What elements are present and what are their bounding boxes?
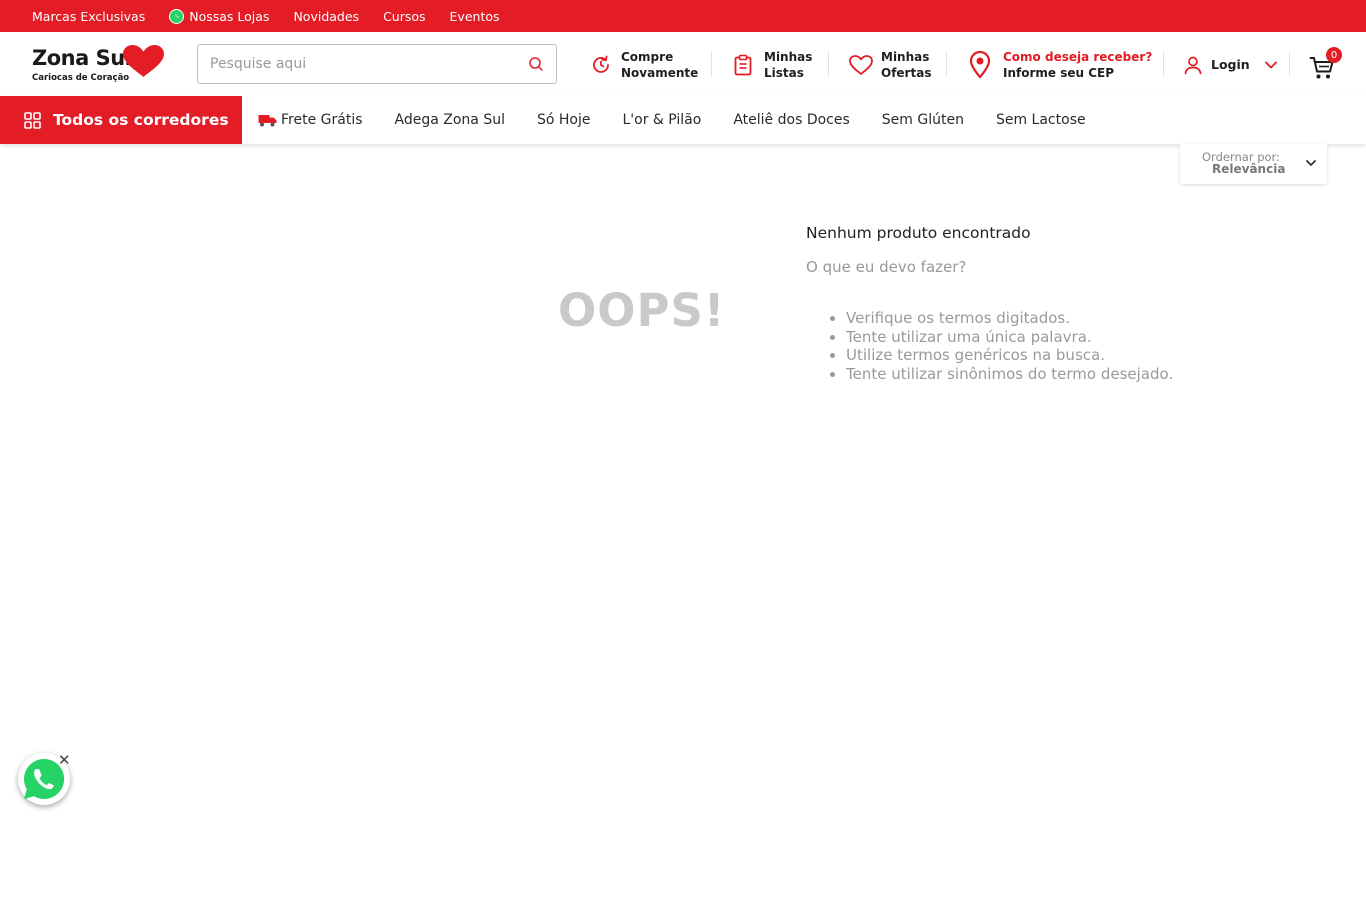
brand-name: Zona Sul	[32, 46, 132, 70]
list-item: Tente utilizar uma única palavra.	[846, 328, 1173, 347]
topbar-link-label: Nossas Lojas	[189, 8, 270, 24]
all-categories-button[interactable]: Todos os corredores	[0, 96, 242, 144]
list-item: Verifique os termos digitados.	[846, 309, 1173, 328]
my-offers-label: Minhas Ofertas	[881, 50, 932, 80]
category-nav: Todos os corredores Frete Grátis Adega Z…	[0, 96, 1366, 144]
nav-link-frete-gratis[interactable]: Frete Grátis	[258, 112, 363, 128]
heart-icon	[849, 55, 873, 75]
topbar-link-eventos[interactable]: Eventos	[450, 9, 500, 24]
close-icon[interactable]: ✕	[58, 753, 71, 768]
grid-icon	[24, 111, 41, 129]
search-input[interactable]	[198, 45, 518, 83]
nav-link-label: Frete Grátis	[281, 112, 363, 128]
login-button[interactable]: Login	[1183, 48, 1278, 82]
divider	[828, 52, 829, 76]
topbar-link-novidades[interactable]: Novidades	[293, 9, 359, 24]
top-bar: Marcas Exclusivas Nossas Lojas Novidades…	[0, 0, 1366, 32]
divider	[711, 52, 712, 76]
oops-heading: OOPS!	[558, 284, 726, 337]
header: Zona Sul Cariocas de Coração Compre Nova…	[0, 32, 1366, 96]
nav-link-adega-zona-sul[interactable]: Adega Zona Sul	[395, 112, 505, 128]
nav-link-sem-gluten[interactable]: Sem Glúten	[882, 112, 964, 128]
chevron-down-icon	[1306, 160, 1316, 166]
list-item: Utilize termos genéricos na busca.	[846, 346, 1173, 365]
nav-link-lor-pilao[interactable]: L'or & Pilão	[622, 112, 701, 128]
nav-link-sem-lactose[interactable]: Sem Lactose	[996, 112, 1086, 128]
nav-link-so-hoje[interactable]: Só Hoje	[537, 112, 591, 128]
delivery-selector[interactable]: Como deseja receber? Informe seu CEP	[968, 48, 1152, 82]
location-pin-icon	[969, 51, 991, 79]
delivery-question: Como deseja receber?	[1003, 50, 1153, 64]
chevron-down-icon	[1264, 61, 1277, 69]
history-icon	[593, 55, 609, 73]
my-lists-label: Minhas Listas	[764, 50, 813, 80]
my-lists-button[interactable]: Minhas Listas	[733, 48, 812, 82]
truck-icon	[258, 114, 277, 126]
search-tips-list: Verifique os termos digitados. Tente uti…	[846, 309, 1173, 383]
topbar-link-nossas-lojas[interactable]: Nossas Lojas	[169, 8, 270, 24]
brand-tagline: Cariocas de Coração	[32, 73, 130, 83]
list-item: Tente utilizar sinônimos do termo deseja…	[846, 365, 1173, 384]
sort-dropdown[interactable]: Ordernar por: Relevância	[1180, 144, 1327, 184]
heart-logo-icon	[123, 45, 164, 77]
buy-again-label: Compre Novamente	[621, 50, 699, 80]
sort-value: Relevância	[1212, 162, 1286, 176]
nav-links: Frete Grátis Adega Zona Sul Só Hoje L'or…	[258, 96, 1118, 144]
divider	[946, 52, 947, 76]
no-results-title: Nenhum produto encontrado	[806, 224, 1031, 242]
delivery-cep-prompt: Informe seu CEP	[1003, 66, 1115, 80]
buy-again-button[interactable]: Compre Novamente	[590, 48, 698, 82]
nav-link-atelie-dos-doces[interactable]: Ateliê dos Doces	[733, 112, 849, 128]
login-label: Login	[1211, 57, 1250, 72]
all-categories-label: Todos os corredores	[53, 111, 229, 129]
topbar-link-cursos[interactable]: Cursos	[383, 9, 425, 24]
divider	[1289, 52, 1290, 76]
cart-count-badge: 0	[1326, 47, 1342, 63]
divider	[1163, 52, 1164, 76]
brand-logo[interactable]: Zona Sul Cariocas de Coração	[32, 44, 167, 86]
topbar-link-marcas-exclusivas[interactable]: Marcas Exclusivas	[32, 9, 145, 24]
delivery-label: Como deseja receber? Informe seu CEP	[1003, 49, 1152, 81]
no-results-subtitle: O que eu devo fazer?	[806, 258, 967, 276]
my-offers-button[interactable]: Minhas Ofertas	[848, 48, 931, 82]
search-icon[interactable]	[528, 56, 544, 72]
whatsapp-icon	[169, 8, 185, 24]
user-icon	[1184, 56, 1202, 75]
search-box	[197, 44, 557, 84]
clipboard-icon	[734, 54, 752, 76]
